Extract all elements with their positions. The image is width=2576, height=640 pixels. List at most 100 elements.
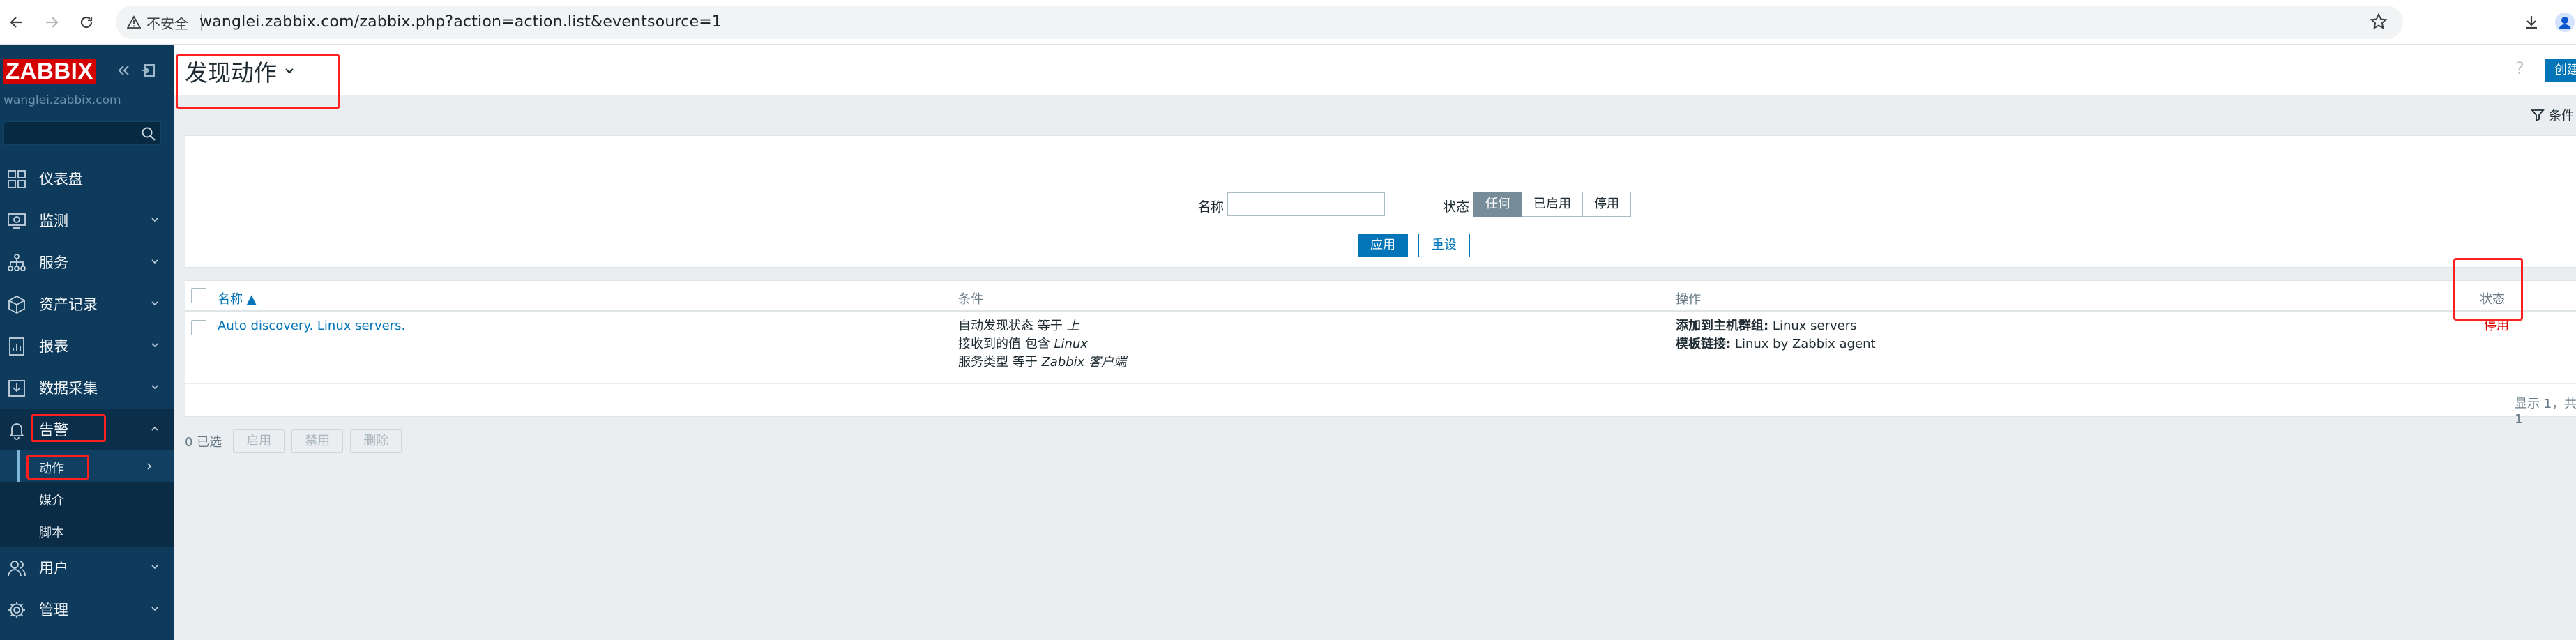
condition-line: 自动发现状态 等于 上: [958, 319, 1079, 333]
mass-action-bar: 0 已选 启用 禁用 删除: [185, 429, 402, 453]
menu-item-services[interactable]: 服务: [0, 241, 174, 283]
submenu-label: 媒介: [39, 494, 64, 508]
sidebar: ZABBIX wanglei.zabbix.com 仪表盘 监测 服务 资产记录…: [0, 45, 174, 640]
menu-item-dashboard[interactable]: 仪表盘: [0, 158, 174, 199]
reports-icon: [7, 337, 26, 356]
menu-item-inventory[interactable]: 资产记录: [0, 283, 174, 325]
profile-avatar-icon[interactable]: [2552, 10, 2576, 35]
dashboard-icon: [7, 169, 26, 189]
menu-label: 告警: [39, 422, 68, 439]
page-title[interactable]: 发现动作: [185, 54, 295, 88]
column-header-status: 状态: [2480, 292, 2505, 307]
alerts-icon: [7, 420, 26, 440]
collapse-sidebar-icon[interactable]: [116, 63, 131, 78]
select-all-checkbox[interactable]: [191, 288, 206, 303]
menu-label: 服务: [39, 254, 68, 271]
table-footer-count: 显示 1，共 1: [2515, 397, 2576, 427]
create-action-button[interactable]: 创建: [2545, 59, 2576, 82]
address-bar[interactable]: 不安全 wanglei.zabbix.com/zabbix.php?action…: [116, 6, 2403, 39]
security-indicator[interactable]: 不安全: [127, 6, 202, 39]
data-collection-icon: [7, 379, 26, 398]
enable-button[interactable]: 启用: [233, 429, 285, 453]
url-text[interactable]: wanglei.zabbix.com/zabbix.php?action=act…: [199, 6, 722, 39]
action-name-cell: Auto discovery. Linux servers.: [218, 317, 405, 335]
menu-item-users[interactable]: 用户: [0, 547, 174, 588]
server-name: wanglei.zabbix.com: [3, 93, 121, 107]
operation-line: 模板链接: Linux by Zabbix agent: [1676, 337, 1876, 351]
page-header: 发现动作 ? 创建: [174, 45, 2576, 95]
selected-count: 0 已选: [185, 435, 222, 450]
menu-label: 监测: [39, 213, 68, 229]
column-header-name[interactable]: 名称 ▲: [218, 289, 257, 307]
submenu-label: 动作: [39, 462, 64, 476]
submenu-label: 脚本: [39, 526, 64, 540]
chevron-down-icon: [150, 216, 160, 223]
actions-table: 名称 ▲ 条件 操作 状态 Auto discovery. Linux serv…: [185, 280, 2576, 427]
row-checkbox[interactable]: [191, 320, 206, 335]
status-option-enabled[interactable]: 已启用: [1522, 192, 1583, 217]
forward-icon[interactable]: [39, 10, 64, 35]
filter-name-input[interactable]: [1227, 192, 1385, 216]
chevron-up-icon: [150, 425, 160, 432]
chevron-right-icon: [146, 462, 153, 471]
filter-tab[interactable]: 条件: [2531, 106, 2574, 124]
delete-button[interactable]: 删除: [350, 429, 402, 453]
disable-button[interactable]: 禁用: [291, 429, 344, 453]
submenu-item-scripts[interactable]: 脚本: [0, 515, 174, 547]
menu-label: 管理: [39, 602, 68, 618]
apply-button[interactable]: 应用: [1358, 234, 1408, 257]
chevron-down-icon: [150, 383, 160, 390]
filter-name-label: 名称: [1197, 199, 1225, 215]
menu-item-alerts[interactable]: 告警: [0, 409, 174, 450]
filter-icon: [2531, 108, 2545, 122]
condition-line: 接收到的值 包含 Linux: [958, 337, 1088, 351]
menu-label: 数据采集: [39, 380, 98, 397]
submenu-item-actions[interactable]: 动作: [0, 450, 174, 482]
services-icon: [7, 253, 26, 273]
inventory-icon: [7, 295, 26, 314]
menu-item-monitoring[interactable]: 监测: [0, 199, 174, 241]
search-icon[interactable]: [141, 126, 156, 142]
operation-line: 添加到主机群组: Linux servers: [1676, 319, 1857, 333]
sidebar-search-input[interactable]: [3, 121, 161, 145]
warning-icon: [127, 15, 141, 29]
administration-icon: [7, 600, 26, 620]
browser-toolbar: 不安全 wanglei.zabbix.com/zabbix.php?action…: [0, 0, 2576, 45]
status-toggle-link[interactable]: 停用: [2484, 317, 2509, 335]
table-header: 名称 ▲ 条件 操作 状态: [185, 281, 2576, 312]
status-option-disabled[interactable]: 停用: [1582, 192, 1631, 217]
chevron-down-icon: [150, 258, 160, 265]
submenu-item-media-types[interactable]: 媒介: [0, 482, 174, 515]
status-segmented-control: 任何 已启用 停用: [1473, 192, 1631, 217]
chevron-down-icon[interactable]: [284, 67, 295, 75]
help-icon[interactable]: ?: [2515, 59, 2524, 78]
chevron-down-icon: [150, 563, 160, 570]
column-header-conditions: 条件: [958, 292, 983, 307]
main-menu: 仪表盘 监测 服务 资产记录 报表 数据采集 告警 动作 媒介 脚本 用户 管理: [0, 158, 174, 630]
chevron-down-icon: [150, 605, 160, 612]
condition-line: 服务类型 等于 Zabbix 客户端: [958, 355, 1127, 369]
reload-icon[interactable]: [74, 10, 99, 35]
column-header-operations: 操作: [1676, 292, 1701, 307]
menu-label: 报表: [39, 338, 68, 355]
filter-tab-label: 条件: [2549, 109, 2574, 123]
security-label: 不安全: [146, 15, 188, 32]
status-option-any[interactable]: 任何: [1473, 192, 1522, 217]
menu-item-administration[interactable]: 管理: [0, 588, 174, 630]
menu-item-data-collection[interactable]: 数据采集: [0, 367, 174, 409]
chevron-down-icon: [150, 342, 160, 349]
back-icon[interactable]: [4, 10, 29, 35]
filter-panel: 名称 状态 任何 已启用 停用 应用 重设: [185, 135, 2576, 268]
zabbix-logo[interactable]: ZABBIX: [3, 59, 96, 84]
bookmark-star-icon[interactable]: [2370, 13, 2388, 31]
menu-label: 仪表盘: [39, 171, 83, 188]
download-icon[interactable]: [2519, 10, 2544, 35]
menu-item-reports[interactable]: 报表: [0, 325, 174, 367]
operations-cell: 添加到主机群组: Linux servers 模板链接: Linux by Za…: [1676, 317, 1876, 353]
monitoring-icon: [7, 211, 26, 231]
kiosk-mode-icon[interactable]: [141, 63, 156, 78]
alerts-submenu: 动作 媒介 脚本: [0, 450, 174, 547]
action-name-link[interactable]: Auto discovery. Linux servers.: [218, 319, 405, 333]
table-row: Auto discovery. Linux servers. 自动发现状态 等于…: [185, 313, 2576, 384]
reset-button[interactable]: 重设: [1418, 234, 1470, 257]
